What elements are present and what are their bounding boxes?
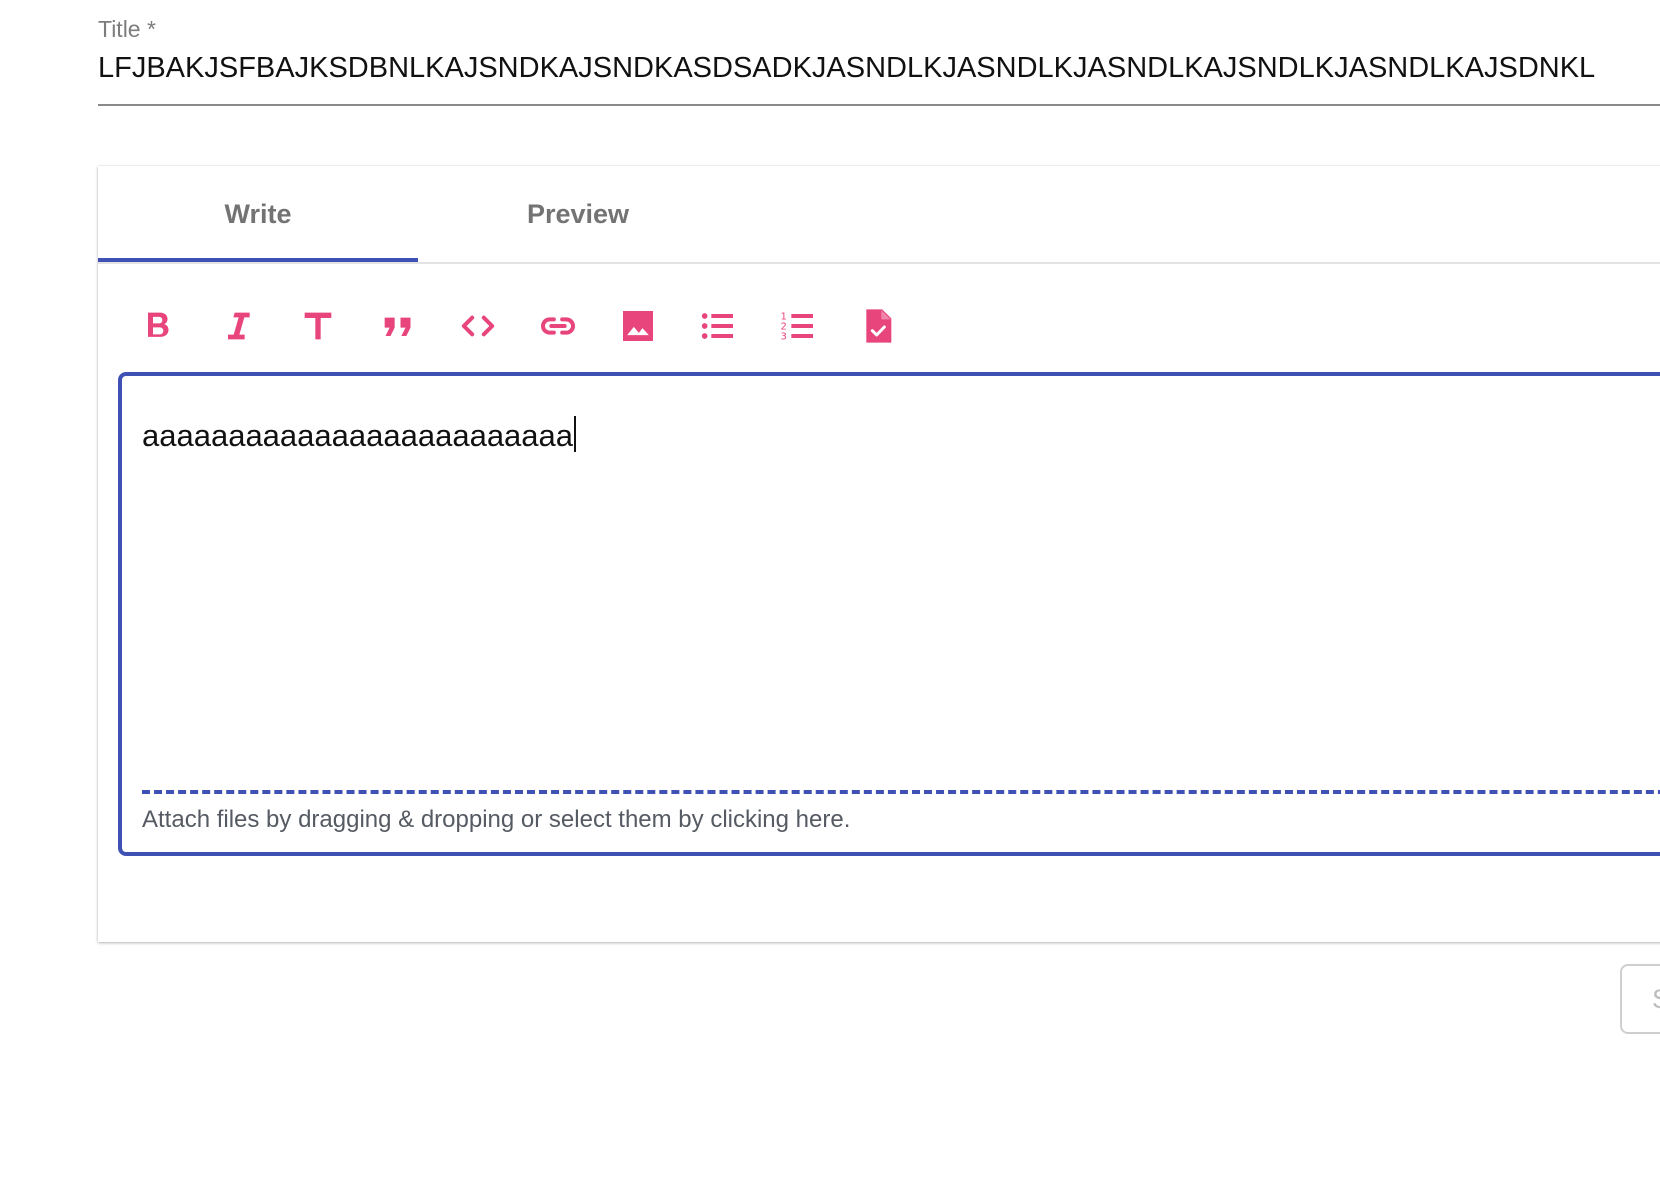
bulleted-list-button[interactable] [688, 296, 748, 356]
link-icon [541, 317, 575, 335]
link-button[interactable] [528, 296, 588, 356]
title-label: Title * [98, 16, 156, 42]
checked-list-icon [866, 309, 892, 343]
page: Title * LFJBAKJSFBAJKSDBNLKAJSNDKAJSNDKA… [0, 0, 1660, 1178]
editor-text-value: aaaaaaaaaaaaaaaaaaaaaaaaa [142, 418, 574, 453]
active-tab-indicator [98, 258, 418, 262]
editor-tabs: Write Preview [98, 166, 1660, 264]
tab-preview[interactable]: Preview [418, 166, 738, 262]
title-field[interactable]: Title * LFJBAKJSFBAJKSDBNLKAJSNDKAJSNDKA… [98, 0, 1660, 108]
code-button[interactable] [448, 296, 508, 356]
editor-card: Write Preview 1 2 3 aaaaaaaaaaaaaaaaaaaa… [98, 166, 1660, 942]
numbered-list-icon: 123 [781, 311, 813, 342]
editor-text: aaaaaaaaaaaaaaaaaaaaaaaaa [142, 416, 577, 454]
formatting-toolbar: 123 [128, 296, 928, 356]
image-button[interactable] [608, 296, 668, 356]
tab-write[interactable]: Write [98, 166, 418, 262]
italic-icon [228, 312, 250, 340]
quote-button[interactable] [368, 296, 428, 356]
numbered-list-button[interactable]: 123 [768, 296, 828, 356]
bulleted-list-icon [701, 313, 733, 339]
attach-files-link[interactable]: Attach files by dragging & dropping or s… [142, 806, 850, 834]
attach-divider [142, 790, 1660, 794]
bold-button[interactable] [128, 296, 188, 356]
header-button[interactable] [288, 296, 348, 356]
code-icon [461, 315, 495, 337]
submit-button[interactable]: S [1620, 964, 1660, 1034]
header-icon [304, 312, 332, 340]
quote-icon [384, 317, 411, 336]
markdown-textarea[interactable]: aaaaaaaaaaaaaaaaaaaaaaaaa Attach files b… [118, 372, 1660, 856]
title-underline [98, 104, 1660, 106]
image-icon [623, 311, 653, 341]
bold-icon [148, 312, 169, 337]
checked-list-button[interactable] [848, 296, 908, 356]
text-caret [574, 416, 577, 452]
title-input-value: LFJBAKJSFBAJKSDBNLKAJSNDKAJSNDKASDSADKJA… [98, 52, 1596, 84]
svg-text:3: 3 [781, 331, 787, 342]
italic-button[interactable] [208, 296, 268, 356]
title-input[interactable]: LFJBAKJSFBAJKSDBNLKAJSNDKAJSNDKASDSADKJA… [98, 52, 1660, 96]
